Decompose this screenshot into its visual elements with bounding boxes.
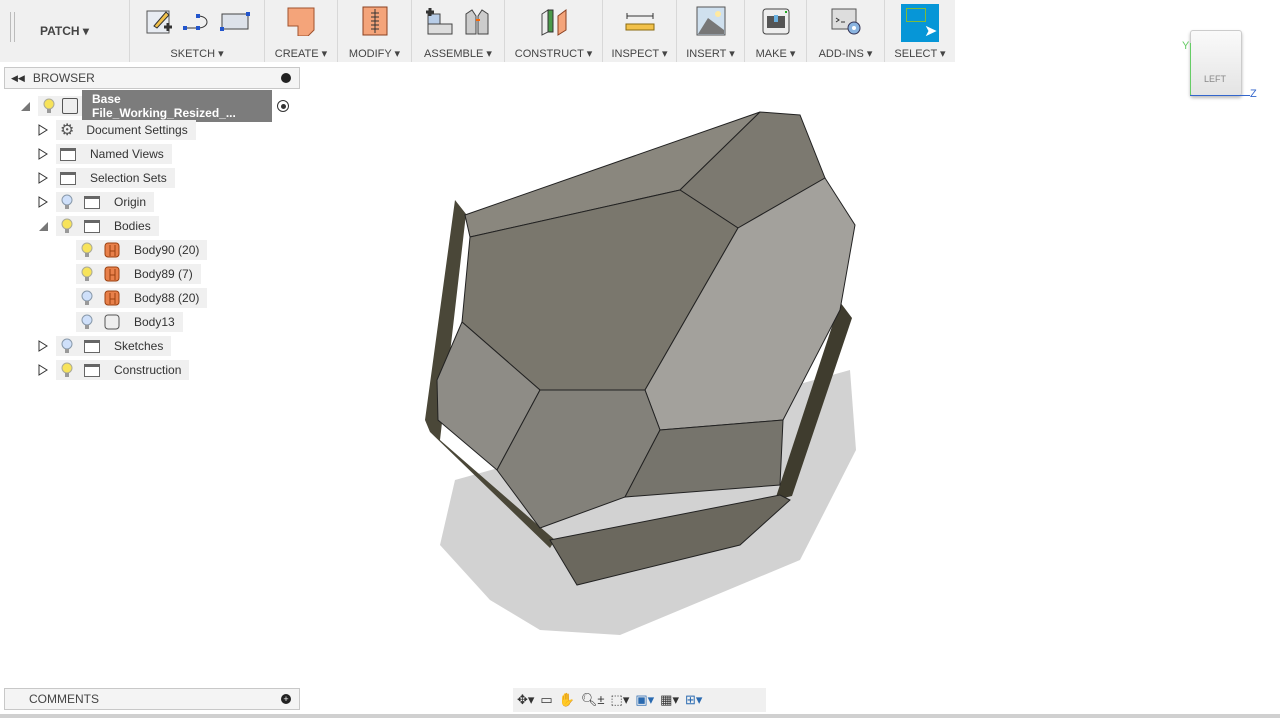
add-comment-icon[interactable]: + — [281, 694, 291, 704]
comments-title: COMMENTS — [29, 692, 99, 706]
pan-hand-icon[interactable]: ✋ — [559, 692, 575, 708]
view-cube-face-left[interactable]: LEFT — [1204, 74, 1226, 84]
comments-panel-header[interactable]: COMMENTS + — [4, 688, 300, 710]
zoom-icon[interactable]: 🔍︎± — [581, 692, 605, 708]
axis-y-line — [1190, 43, 1191, 95]
display-settings-icon[interactable]: ▣▾ — [635, 692, 654, 708]
axis-z-line — [1190, 95, 1250, 96]
model-viewport[interactable] — [0, 0, 1280, 718]
navigation-bar: ✥▾ ▭ ✋ 🔍︎± ⬚▾ ▣▾ ▦▾ ⊞▾ — [513, 688, 766, 712]
status-strip — [0, 714, 1280, 718]
fit-icon[interactable]: ⬚▾ — [611, 692, 630, 708]
axis-z-label: Z — [1250, 88, 1257, 100]
viewports-icon[interactable]: ⊞▾ — [685, 692, 702, 708]
grid-icon[interactable]: ▦▾ — [660, 692, 679, 708]
orbit-icon[interactable]: ✥▾ — [517, 692, 534, 708]
view-cube[interactable]: LEFT Y Z — [1180, 28, 1260, 103]
axis-y-label: Y — [1182, 40, 1190, 52]
look-at-icon[interactable]: ▭ — [540, 692, 552, 708]
